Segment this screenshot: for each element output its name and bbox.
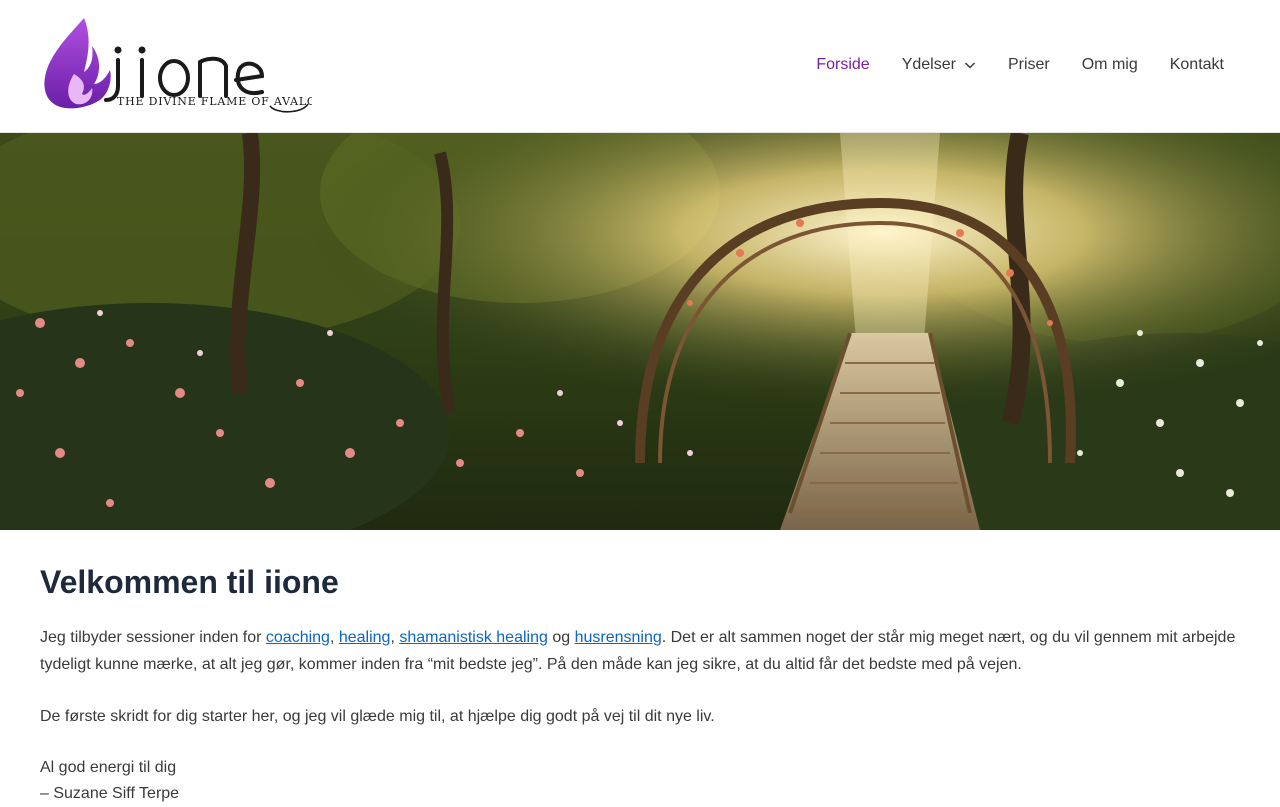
site-header: THE DIVINE FLAME OF AVALON Forside Ydels…	[0, 0, 1280, 133]
signature: – Suzane Siff Terpe	[40, 785, 180, 802]
closing-paragraph: Al god energi til dig – Suzane Siff Terp…	[40, 755, 1240, 807]
chevron-down-icon[interactable]	[964, 59, 976, 71]
second-paragraph: De første skridt for dig starter her, og…	[40, 708, 715, 725]
nav-om-mig[interactable]: Om mig	[1066, 50, 1154, 80]
healing-link[interactable]: healing	[339, 629, 391, 646]
intro-paragraph: Jeg tilbyder sessioner inden for coachin…	[40, 624, 1240, 678]
page-title: Velkommen til iione	[40, 564, 339, 600]
closing-line-1: Al god energi til dig	[40, 759, 177, 776]
sep-1: ,	[329, 629, 339, 646]
nav-ydelser[interactable]: Ydelser	[886, 50, 992, 80]
nav-ydelser-label: Ydelser	[901, 56, 956, 73]
intro-prefix: Jeg tilbyder sessioner inden for	[40, 629, 266, 646]
garden-bridge-image	[0, 133, 1280, 530]
flame-logo-icon: THE DIVINE FLAME OF AVALON	[44, 18, 312, 113]
sep-2: ,	[390, 629, 400, 646]
shamanistisk-healing-link[interactable]: shamanistisk healing	[399, 629, 548, 646]
svg-text:THE DIVINE FLAME OF AVALON: THE DIVINE FLAME OF AVALON	[117, 95, 312, 108]
nav-priser[interactable]: Priser	[992, 50, 1066, 80]
sep-3: og	[547, 629, 575, 646]
site-logo[interactable]: THE DIVINE FLAME OF AVALON	[40, 16, 312, 114]
coaching-link[interactable]: coaching	[266, 629, 330, 646]
main-content: Velkommen til iione Jeg tilbyder session…	[40, 560, 1240, 807]
nav-forside[interactable]: Forside	[800, 50, 885, 80]
main-navigation: Forside Ydelser Priser Om mig Kontakt	[800, 50, 1240, 80]
nav-kontakt[interactable]: Kontakt	[1154, 50, 1240, 80]
hero-image	[0, 133, 1280, 530]
husrensning-link[interactable]: husrensning	[575, 629, 662, 646]
